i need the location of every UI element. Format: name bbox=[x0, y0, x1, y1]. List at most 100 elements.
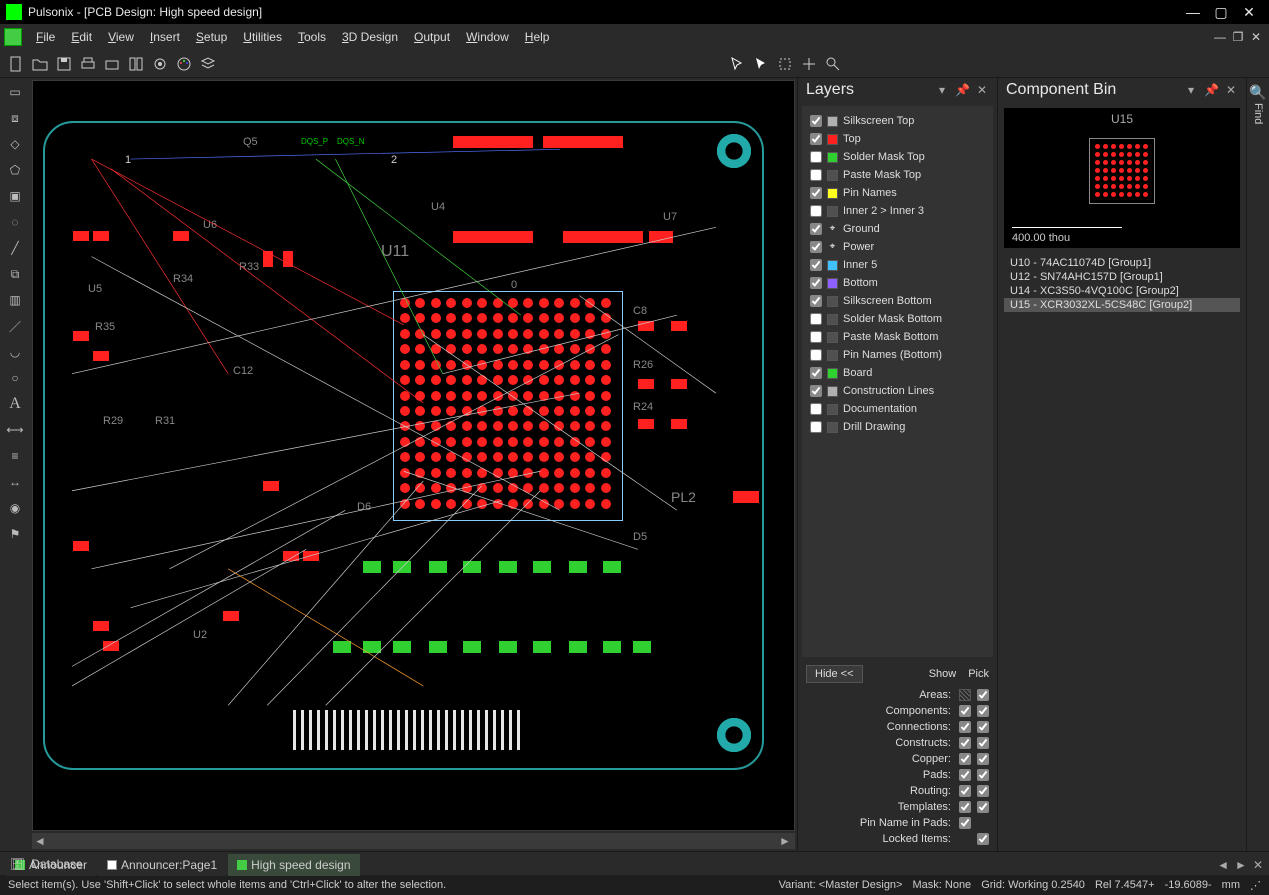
layer-row[interactable]: ⌖Ground bbox=[810, 220, 985, 238]
component-bin-list[interactable]: U10 - 74AC11074D [Group1]U12 - SN74AHC15… bbox=[1004, 256, 1240, 849]
layers-dropdown-icon[interactable] bbox=[197, 53, 219, 75]
scroll-left-icon[interactable]: ◄ bbox=[34, 834, 48, 848]
option-show-checkbox[interactable] bbox=[959, 689, 971, 701]
plot-icon[interactable] bbox=[101, 53, 123, 75]
open-file-icon[interactable] bbox=[29, 53, 51, 75]
option-pick-checkbox[interactable] bbox=[977, 737, 989, 749]
dimension-icon[interactable]: ⟷ bbox=[5, 420, 25, 440]
arc-icon[interactable]: ◡ bbox=[5, 342, 25, 362]
layer-visible-checkbox[interactable] bbox=[810, 133, 822, 145]
palette-icon[interactable] bbox=[173, 53, 195, 75]
frame-icon[interactable]: ▣ bbox=[5, 186, 25, 206]
lasso-icon[interactable]: ◌ bbox=[5, 212, 25, 232]
new-file-icon[interactable] bbox=[5, 53, 27, 75]
horizontal-scrollbar[interactable]: ◄ ► bbox=[32, 833, 795, 849]
layer-row[interactable]: Solder Mask Top bbox=[810, 148, 985, 166]
layer-visible-checkbox[interactable] bbox=[810, 403, 822, 415]
shape-icon[interactable]: ◇ bbox=[5, 134, 25, 154]
layer-visible-checkbox[interactable] bbox=[810, 367, 822, 379]
tab-high-speed-design[interactable]: High speed design bbox=[228, 854, 359, 876]
option-show-checkbox[interactable] bbox=[959, 785, 971, 797]
layer-row[interactable]: Drill Drawing bbox=[810, 418, 985, 436]
option-show-checkbox[interactable] bbox=[959, 737, 971, 749]
menu-utilities[interactable]: Utilities bbox=[235, 30, 290, 44]
select-mode-icon[interactable] bbox=[750, 53, 772, 75]
drc-icon[interactable]: ⚑ bbox=[5, 524, 25, 544]
frame-select-icon[interactable] bbox=[774, 53, 796, 75]
option-pick-checkbox[interactable] bbox=[977, 753, 989, 765]
layer-row[interactable]: Inner 2 > Inner 3 bbox=[810, 202, 985, 220]
line-icon[interactable]: ／ bbox=[5, 316, 25, 336]
option-show-checkbox[interactable] bbox=[959, 817, 971, 829]
poly-icon[interactable]: ⬠ bbox=[5, 160, 25, 180]
layer-visible-checkbox[interactable] bbox=[810, 187, 822, 199]
option-show-checkbox[interactable] bbox=[959, 769, 971, 781]
settings-icon[interactable] bbox=[149, 53, 171, 75]
layer-visible-checkbox[interactable] bbox=[810, 169, 822, 181]
panel-dropdown-icon[interactable]: ▾ bbox=[935, 83, 949, 97]
bin-item[interactable]: U14 - XC3S50-4VQ100C [Group2] bbox=[1004, 284, 1240, 298]
layer-visible-checkbox[interactable] bbox=[810, 349, 822, 361]
library-icon[interactable] bbox=[125, 53, 147, 75]
hide-layers-button[interactable]: Hide << bbox=[806, 665, 863, 683]
select-arrow-icon[interactable] bbox=[726, 53, 748, 75]
zoom-icon[interactable] bbox=[822, 53, 844, 75]
panel-close-icon[interactable]: ✕ bbox=[1224, 83, 1238, 97]
tab-next-icon[interactable]: ► bbox=[1235, 858, 1247, 872]
maximize-button[interactable]: ▢ bbox=[1207, 4, 1235, 21]
menu-setup[interactable]: Setup bbox=[188, 30, 235, 44]
mdi-restore-button[interactable]: ❐ bbox=[1229, 30, 1247, 44]
layer-row[interactable]: Top bbox=[810, 130, 985, 148]
layer-visible-checkbox[interactable] bbox=[810, 115, 822, 127]
panel-dropdown-icon[interactable]: ▾ bbox=[1184, 83, 1198, 97]
layer-visible-checkbox[interactable] bbox=[810, 151, 822, 163]
track-icon[interactable]: ╱ bbox=[5, 238, 25, 258]
minimize-button[interactable]: — bbox=[1179, 4, 1207, 20]
via-icon[interactable]: ◉ bbox=[5, 498, 25, 518]
layer-visible-checkbox[interactable] bbox=[810, 223, 822, 235]
layer-row[interactable]: Paste Mask Bottom bbox=[810, 328, 985, 346]
measure-icon[interactable]: ↔ bbox=[5, 472, 25, 492]
select-rect-icon[interactable]: ▭ bbox=[5, 82, 25, 102]
mdi-minimize-button[interactable]: — bbox=[1211, 30, 1229, 44]
copy-icon[interactable]: ⧉ bbox=[5, 264, 25, 284]
status-grip-icon[interactable]: ⋰ bbox=[1250, 879, 1261, 892]
menu-file[interactable]: File bbox=[28, 30, 63, 44]
tab-close-icon[interactable]: ✕ bbox=[1253, 858, 1263, 872]
layer-visible-checkbox[interactable] bbox=[810, 277, 822, 289]
component-icon[interactable]: ⧈ bbox=[5, 108, 25, 128]
layer-visible-checkbox[interactable] bbox=[810, 295, 822, 307]
layer-row[interactable]: Silkscreen Top bbox=[810, 112, 985, 130]
layer-visible-checkbox[interactable] bbox=[810, 205, 822, 217]
layer-row[interactable]: Silkscreen Bottom bbox=[810, 292, 985, 310]
layer-visible-checkbox[interactable] bbox=[810, 313, 822, 325]
layer-row[interactable]: Solder Mask Bottom bbox=[810, 310, 985, 328]
layer-row[interactable]: Inner 5 bbox=[810, 256, 985, 274]
panel-pin-icon[interactable]: 📌 bbox=[1204, 83, 1218, 97]
option-pick-checkbox[interactable] bbox=[977, 721, 989, 733]
rule-icon[interactable]: ≡ bbox=[5, 446, 25, 466]
layer-visible-checkbox[interactable] bbox=[810, 331, 822, 343]
option-show-checkbox[interactable] bbox=[959, 705, 971, 717]
layer-visible-checkbox[interactable] bbox=[810, 259, 822, 271]
menu-tools[interactable]: Tools bbox=[290, 30, 334, 44]
bin-item[interactable]: U15 - XCR3032XL-5CS48C [Group2] bbox=[1004, 298, 1240, 312]
tab-prev-icon[interactable]: ◄ bbox=[1217, 858, 1229, 872]
option-show-checkbox[interactable] bbox=[959, 721, 971, 733]
print-icon[interactable] bbox=[77, 53, 99, 75]
layer-row[interactable]: Pin Names (Bottom) bbox=[810, 346, 985, 364]
option-pick-checkbox[interactable] bbox=[977, 833, 989, 845]
menu-output[interactable]: Output bbox=[406, 30, 458, 44]
circle-icon[interactable]: ○ bbox=[5, 368, 25, 388]
mdi-close-button[interactable]: ✕ bbox=[1247, 30, 1265, 44]
layer-row[interactable]: Board bbox=[810, 364, 985, 382]
close-button[interactable]: ✕ bbox=[1235, 4, 1263, 21]
save-icon[interactable] bbox=[53, 53, 75, 75]
layer-row[interactable]: Construction Lines bbox=[810, 382, 985, 400]
bin-item[interactable]: U10 - 74AC11074D [Group1] bbox=[1004, 256, 1240, 270]
menu-insert[interactable]: Insert bbox=[142, 30, 188, 44]
layer-list[interactable]: Silkscreen TopTopSolder Mask Top Paste Ma… bbox=[802, 106, 993, 657]
find-icon[interactable]: 🔍 bbox=[1249, 84, 1266, 101]
menu-window[interactable]: Window bbox=[458, 30, 517, 44]
layer-visible-checkbox[interactable] bbox=[810, 241, 822, 253]
